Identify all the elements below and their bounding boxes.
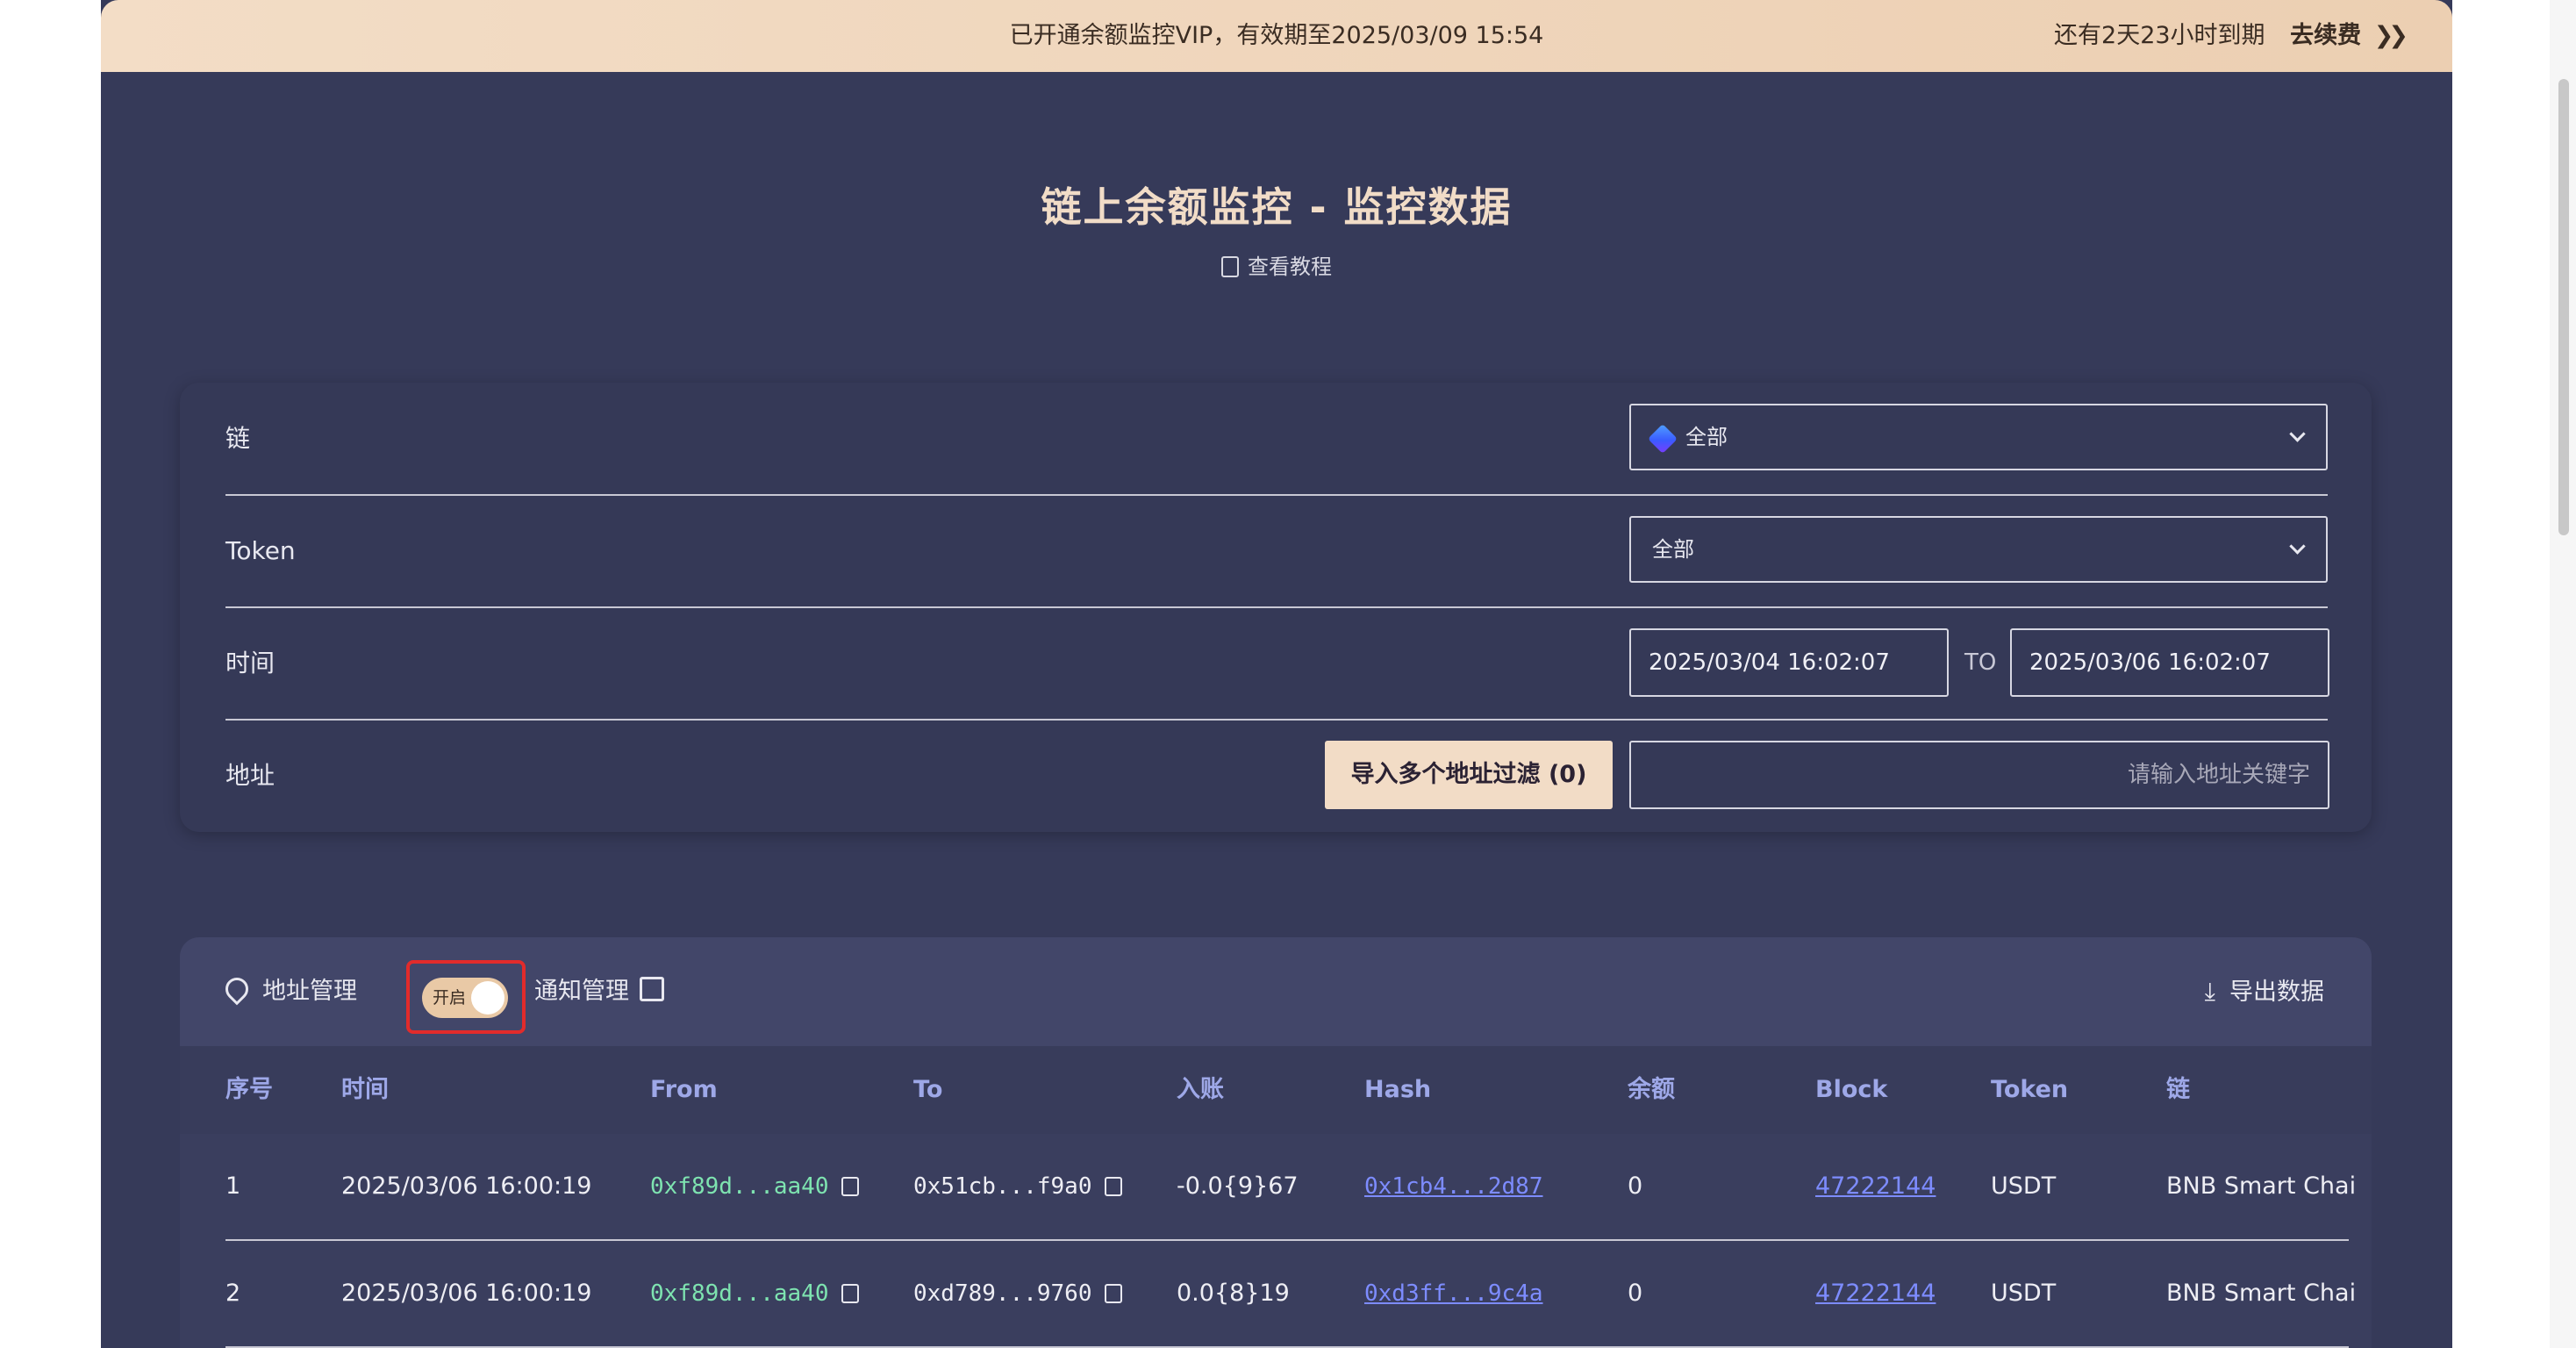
export-label: 导出数据: [2229, 979, 2324, 1006]
cell-to: 0xd789...9760: [913, 1241, 1122, 1346]
column-header-amount: 入账: [1177, 1076, 1224, 1103]
column-header-index: 序号: [225, 1076, 273, 1103]
cell-time: 2025/03/06 16:00:19: [341, 1172, 592, 1200]
data-toolbar: 地址管理 开启 通知管理 ⤓ 导出数据: [180, 937, 2372, 1046]
cell-time: 2025/03/06 16:00:19: [341, 1280, 592, 1307]
copy-icon[interactable]: [841, 1177, 859, 1196]
table-body: 1 2025/03/06 16:00:19 0xf89d...aa40 0x51…: [180, 1134, 2372, 1348]
hash-link[interactable]: 0xd3ff...9c4a: [1364, 1241, 1543, 1346]
notify-toggle[interactable]: 开启: [422, 978, 508, 1018]
cell-index: 1: [225, 1172, 241, 1200]
chevron-down-icon: [2289, 538, 2306, 555]
column-header-balance: 余额: [1628, 1076, 1675, 1103]
cell-to: 0x51cb...f9a0: [913, 1134, 1122, 1239]
address-keyword-input[interactable]: [1629, 741, 2329, 809]
token-label: Token: [225, 536, 296, 565]
tutorial-link[interactable]: 查看教程: [101, 249, 2452, 280]
notify-switch-highlight: 开启: [406, 960, 526, 1034]
chain-label: 链: [225, 424, 251, 453]
time-label: 时间: [225, 649, 275, 678]
hash-link[interactable]: 0x1cb4...2d87: [1364, 1134, 1543, 1239]
address-management-label: 地址管理: [262, 978, 357, 1005]
document-icon: [1221, 256, 1239, 277]
cell-token: USDT: [1991, 1172, 2057, 1200]
to-address: 0xd789...9760: [913, 1280, 1092, 1307]
cell-amount: -0.0{9}67: [1177, 1172, 1299, 1200]
column-header-chain: 链: [2166, 1076, 2190, 1103]
copy-icon[interactable]: [841, 1284, 859, 1303]
location-pin-icon: [220, 972, 254, 1006]
time-from-input[interactable]: [1629, 628, 1949, 697]
cell-balance: 0: [1628, 1172, 1643, 1200]
chevron-down-icon: [2289, 426, 2306, 442]
toggle-knob: [471, 981, 504, 1015]
notify-management-label: 通知管理: [534, 978, 629, 1005]
cell-chain: BNB Smart Chai: [2166, 1172, 2357, 1200]
block-link[interactable]: 47222144: [1815, 1241, 1936, 1346]
remaining-time: 还有2天23小时到期: [2054, 22, 2265, 49]
cell-chain: BNB Smart Chai: [2166, 1280, 2357, 1307]
column-header-block: Block: [1815, 1076, 1888, 1103]
renew-link[interactable]: 去续费: [2290, 22, 2361, 49]
filter-row-address: 地址 导入多个地址过滤 (0): [225, 720, 2329, 831]
chain-logo-icon: [1648, 424, 1678, 454]
to-address: 0x51cb...f9a0: [913, 1173, 1092, 1200]
time-to-label: TO: [1964, 649, 1997, 676]
from-address: 0xf89d...aa40: [650, 1280, 829, 1307]
token-select[interactable]: 全部: [1629, 516, 2328, 583]
cell-index: 2: [225, 1280, 241, 1307]
cell-balance: 0: [1628, 1280, 1643, 1307]
export-data-button[interactable]: ⤓ 导出数据: [2205, 937, 2324, 1047]
vip-banner: 已开通余额监控VIP，有效期至2025/03/09 15:54 还有2天23小时…: [101, 0, 2452, 72]
double-chevron-right-icon[interactable]: ❯❯: [2374, 22, 2408, 49]
data-panel: 地址管理 开启 通知管理 ⤓ 导出数据 序号 时间 From To 入账 Hash…: [180, 937, 2372, 1348]
toggle-label: 开启: [433, 988, 467, 1007]
page-title: 链上余额监控 - 监控数据: [1041, 183, 1513, 231]
address-management-button[interactable]: 地址管理: [220, 937, 357, 1046]
column-header-time: 时间: [341, 1076, 389, 1103]
page: 已开通余额监控VIP，有效期至2025/03/09 15:54 还有2天23小时…: [101, 0, 2452, 1348]
time-to-input[interactable]: [2010, 628, 2329, 697]
filter-row-token: Token 全部: [225, 495, 2328, 608]
address-label: 地址: [225, 761, 275, 790]
column-header-token: Token: [1991, 1076, 2069, 1103]
edit-icon: [640, 977, 664, 1001]
notify-management-button[interactable]: 通知管理: [534, 937, 664, 1046]
column-header-from: From: [650, 1076, 718, 1103]
tutorial-label: 查看教程: [1248, 255, 1332, 279]
column-header-hash: Hash: [1364, 1076, 1432, 1103]
chain-select-value: 全部: [1685, 425, 1728, 449]
scrollbar-thumb[interactable]: [2558, 79, 2569, 535]
from-address: 0xf89d...aa40: [650, 1173, 829, 1200]
block-link[interactable]: 47222144: [1815, 1134, 1936, 1239]
vip-expiry: 还有2天23小时到期 去续费 ❯❯: [2054, 0, 2408, 72]
filter-row-time: 时间 TO: [225, 607, 2329, 721]
cell-token: USDT: [1991, 1280, 2057, 1307]
cell-from: 0xf89d...aa40: [650, 1241, 859, 1346]
filter-panel: 链 全部 Token 全部 时间 TO 地址 导入多个地址过滤 (0): [180, 383, 2372, 832]
column-header-to: To: [913, 1076, 943, 1103]
copy-icon[interactable]: [1104, 1177, 1122, 1196]
cell-amount: 0.0{8}19: [1177, 1280, 1290, 1307]
download-icon: ⤓: [2204, 977, 2215, 1006]
filter-row-chain: 链 全部: [225, 383, 2328, 496]
copy-icon[interactable]: [1104, 1284, 1122, 1303]
import-addresses-button[interactable]: 导入多个地址过滤 (0): [1325, 741, 1613, 809]
table-row: 2 2025/03/06 16:00:19 0xf89d...aa40 0xd7…: [225, 1241, 2356, 1348]
cell-from: 0xf89d...aa40: [650, 1134, 859, 1239]
table-row: 1 2025/03/06 16:00:19 0xf89d...aa40 0x51…: [225, 1134, 2356, 1241]
token-select-value: 全部: [1652, 537, 1694, 562]
table-header: 序号 时间 From To 入账 Hash 余额 Block Token 链: [180, 1046, 2372, 1134]
chain-select[interactable]: 全部: [1629, 404, 2328, 470]
page-scrollbar[interactable]: [2550, 0, 2576, 1348]
